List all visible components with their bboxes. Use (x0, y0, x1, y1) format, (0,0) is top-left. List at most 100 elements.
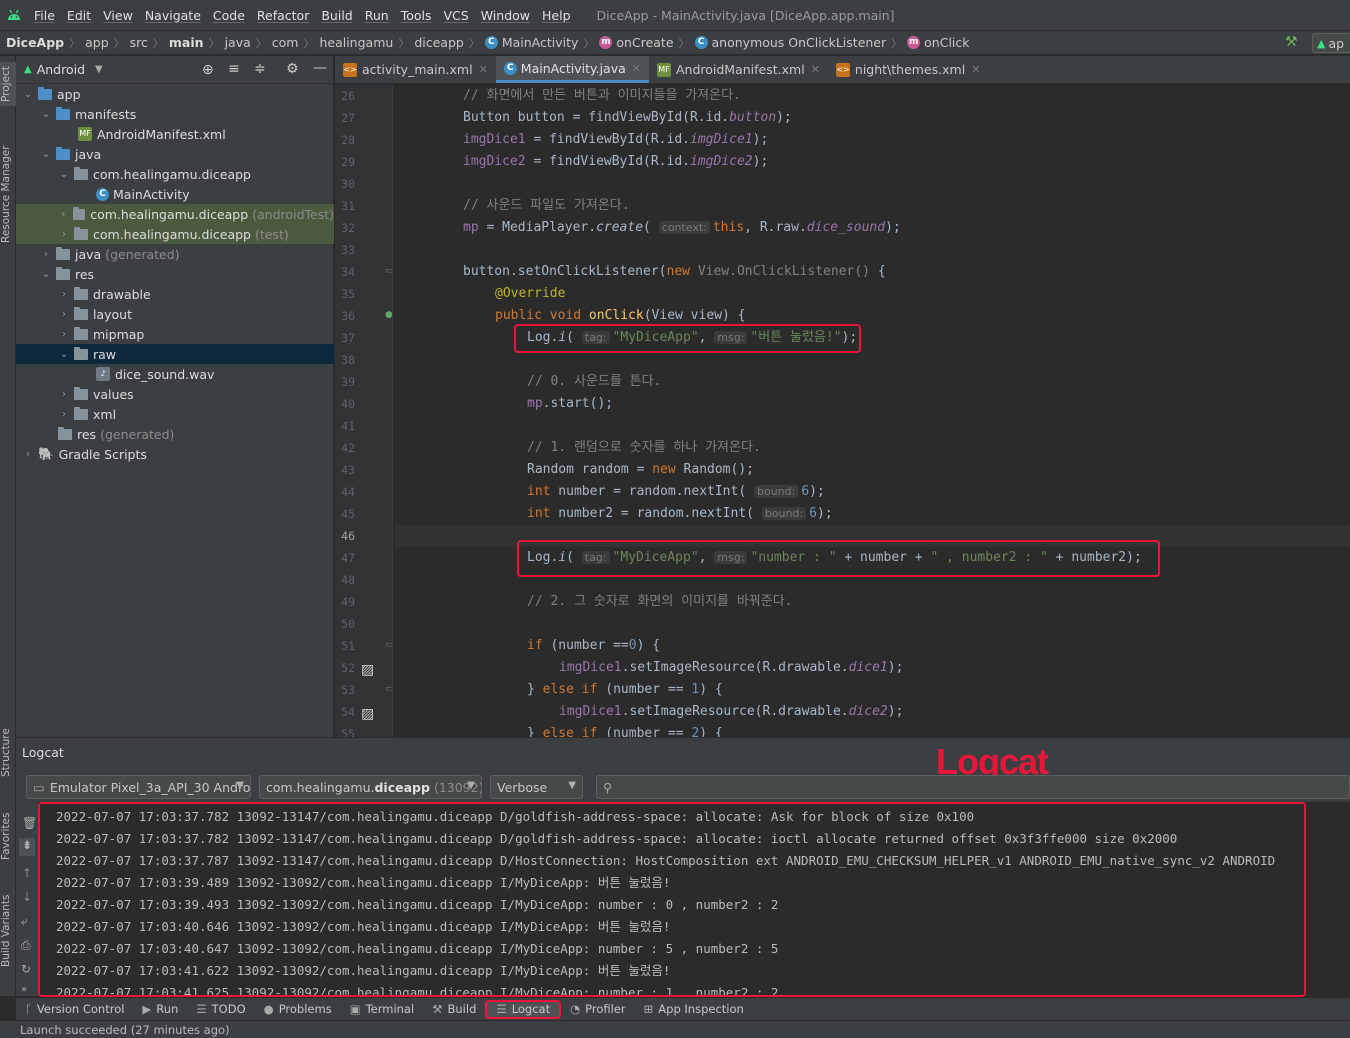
up-arrow-icon[interactable]: ↑ (22, 866, 32, 880)
soft-wrap-icon[interactable]: ⤶ (21, 914, 28, 929)
menu-view[interactable]: View (97, 8, 139, 23)
code-editor[interactable]: // 화면에서 만든 버튼과 이미지들을 가져온다. Button button… (394, 85, 1350, 737)
log-level-selector[interactable]: Verbose ▼ (490, 775, 583, 799)
trash-icon[interactable]: 🗑 (22, 816, 37, 830)
close-icon[interactable]: ✕ (632, 62, 641, 75)
tree-item-java[interactable]: ⌄ java (16, 144, 334, 164)
tree-item-package-androidtest[interactable]: › com.healingamu.diceapp (androidTest) (16, 204, 334, 224)
project-view-selector[interactable]: Android (37, 62, 85, 77)
crumb-anonymous-listener[interactable]: anonymous OnClickListener (712, 35, 887, 50)
restart-icon[interactable]: ↻ (21, 962, 31, 976)
tree-item-values[interactable]: › values (16, 384, 334, 404)
crumb-com[interactable]: com (272, 35, 299, 50)
tree-item-res-generated[interactable]: res (generated) (16, 424, 334, 444)
tab-mainactivity-java[interactable]: C MainActivity.java ✕ (495, 56, 649, 83)
tab-androidmanifest-xml[interactable]: MF AndroidManifest.xml ✕ (649, 56, 828, 83)
crumb-diceapp[interactable]: diceapp (414, 35, 464, 50)
fold-icon[interactable]: ▭ (385, 640, 392, 650)
menu-tools[interactable]: Tools (395, 8, 438, 23)
structure-tool-tab[interactable]: Structure (0, 726, 16, 780)
more-icon[interactable]: » (21, 984, 27, 995)
tab-themes-xml[interactable]: <> night\themes.xml ✕ (828, 56, 989, 83)
menu-code[interactable]: Code (207, 8, 251, 23)
build-variants-tool-tab[interactable]: Build Variants (0, 894, 16, 968)
tree-item-dice-sound[interactable]: ♪ dice_sound.wav (16, 364, 334, 384)
close-icon[interactable]: ✕ (479, 63, 488, 76)
menu-refactor[interactable]: Refactor (251, 8, 315, 23)
menu-run[interactable]: Run (359, 8, 395, 23)
project-tool-tab[interactable]: Project (0, 62, 16, 106)
menu-window[interactable]: Window (475, 8, 536, 23)
crumb-onclick[interactable]: onClick (924, 35, 969, 50)
tree-item-raw[interactable]: ⌄ raw (16, 344, 334, 364)
tree-item-package-test[interactable]: › com.healingamu.diceapp (test) (16, 224, 334, 244)
tree-item-mainactivity[interactable]: C MainActivity (16, 184, 334, 204)
locate-icon[interactable]: ⊕ (202, 62, 214, 78)
crumb-project[interactable]: DiceApp (6, 35, 64, 50)
image-preview-icon[interactable]: ▨ (361, 706, 374, 722)
line-number: 42 (341, 441, 355, 455)
crumb-main[interactable]: main (169, 35, 204, 50)
menu-edit[interactable]: Edit (61, 8, 97, 23)
manifest-file-icon: MF (656, 62, 671, 77)
code-line-39: // 0. 사운드를 튼다. (527, 371, 661, 393)
tree-item-layout[interactable]: › layout (16, 304, 334, 324)
tree-item-gradle-scripts[interactable]: › 🐘 Gradle Scripts (16, 444, 334, 464)
tree-item-drawable[interactable]: › drawable (16, 284, 334, 304)
package-icon (74, 166, 88, 180)
expand-all-icon[interactable]: ≡ (228, 61, 240, 77)
tree-item-mipmap[interactable]: › mipmap (16, 324, 334, 344)
chevron-down-icon[interactable]: ▼ (95, 64, 103, 75)
hammer-icon[interactable]: ⚒ (1285, 34, 1298, 50)
tab-logcat[interactable]: ☰ Logcat (485, 999, 562, 1019)
crumb-healingamu[interactable]: healingamu (319, 35, 393, 50)
tab-build[interactable]: ⚒ Build (423, 1002, 485, 1016)
line-number: 54 (341, 705, 355, 719)
fold-icon[interactable]: ▭ (385, 266, 392, 276)
tree-item-res[interactable]: ⌄ res (16, 264, 334, 284)
minimize-icon[interactable]: — (313, 60, 327, 76)
xml-file-icon: <> (835, 62, 850, 77)
crumb-oncreate[interactable]: onCreate (616, 35, 673, 50)
tab-app-inspection[interactable]: ⊞ App Inspection (635, 1002, 753, 1016)
down-arrow-icon[interactable]: ↓ (22, 890, 32, 904)
crumb-mainactivity[interactable]: MainActivity (502, 35, 579, 50)
tree-item-app[interactable]: ⌄ app (16, 84, 334, 104)
menu-build[interactable]: Build (315, 8, 358, 23)
tree-item-manifests[interactable]: ⌄ manifests (16, 104, 334, 124)
process-selector[interactable]: com.healingamu. diceapp (13092) ▼ (259, 775, 482, 799)
scroll-to-end-icon[interactable]: ⇟ (19, 838, 35, 856)
favorites-tool-tab[interactable]: Favorites (0, 808, 16, 864)
logcat-search-field[interactable]: ⚲ (596, 775, 1350, 799)
tab-version-control[interactable]: ᚴ Version Control (16, 1002, 133, 1016)
logcat-search-input[interactable] (618, 779, 1319, 795)
device-selector[interactable]: ▭ Emulator Pixel_3a_API_30 Andro ▼ (26, 775, 251, 799)
menu-vcs[interactable]: VCS (438, 8, 475, 23)
run-config-selector[interactable]: ▲ ap (1312, 33, 1350, 53)
gear-icon[interactable]: ⚙ (286, 61, 299, 77)
close-icon[interactable]: ✕ (971, 63, 980, 76)
fold-icon[interactable]: ▭ (385, 684, 392, 694)
menu-navigate[interactable]: Navigate (139, 8, 207, 23)
print-icon[interactable]: ⎙ (21, 938, 31, 953)
tree-item-xml[interactable]: › xml (16, 404, 334, 424)
collapse-all-icon[interactable]: ≑ (254, 61, 266, 77)
tab-terminal[interactable]: ▣ Terminal (341, 1002, 423, 1016)
menu-help[interactable]: Help (536, 8, 577, 23)
override-icon[interactable]: ● (385, 310, 392, 320)
crumb-module[interactable]: app (85, 35, 109, 50)
tree-item-androidmanifest[interactable]: MF AndroidManifest.xml (16, 124, 334, 144)
tree-item-java-generated[interactable]: › java (generated) (16, 244, 334, 264)
tab-problems[interactable]: ● Problems (255, 1002, 341, 1016)
crumb-src[interactable]: src (130, 35, 148, 50)
tab-activity-main-xml[interactable]: <> activity_main.xml ✕ (335, 56, 496, 83)
resource-manager-tool-tab[interactable]: Resource Manager (0, 138, 16, 250)
image-preview-icon[interactable]: ▨ (361, 662, 374, 678)
close-icon[interactable]: ✕ (811, 63, 820, 76)
tree-item-package-main[interactable]: ⌄ com.healingamu.diceapp (16, 164, 334, 184)
menu-file[interactable]: File (28, 8, 61, 23)
tab-run[interactable]: ▶ Run (133, 1002, 187, 1016)
crumb-java[interactable]: java (225, 35, 251, 50)
tab-todo[interactable]: ☰ TODO (187, 1002, 254, 1016)
tab-profiler[interactable]: ◔ Profiler (561, 1002, 635, 1016)
